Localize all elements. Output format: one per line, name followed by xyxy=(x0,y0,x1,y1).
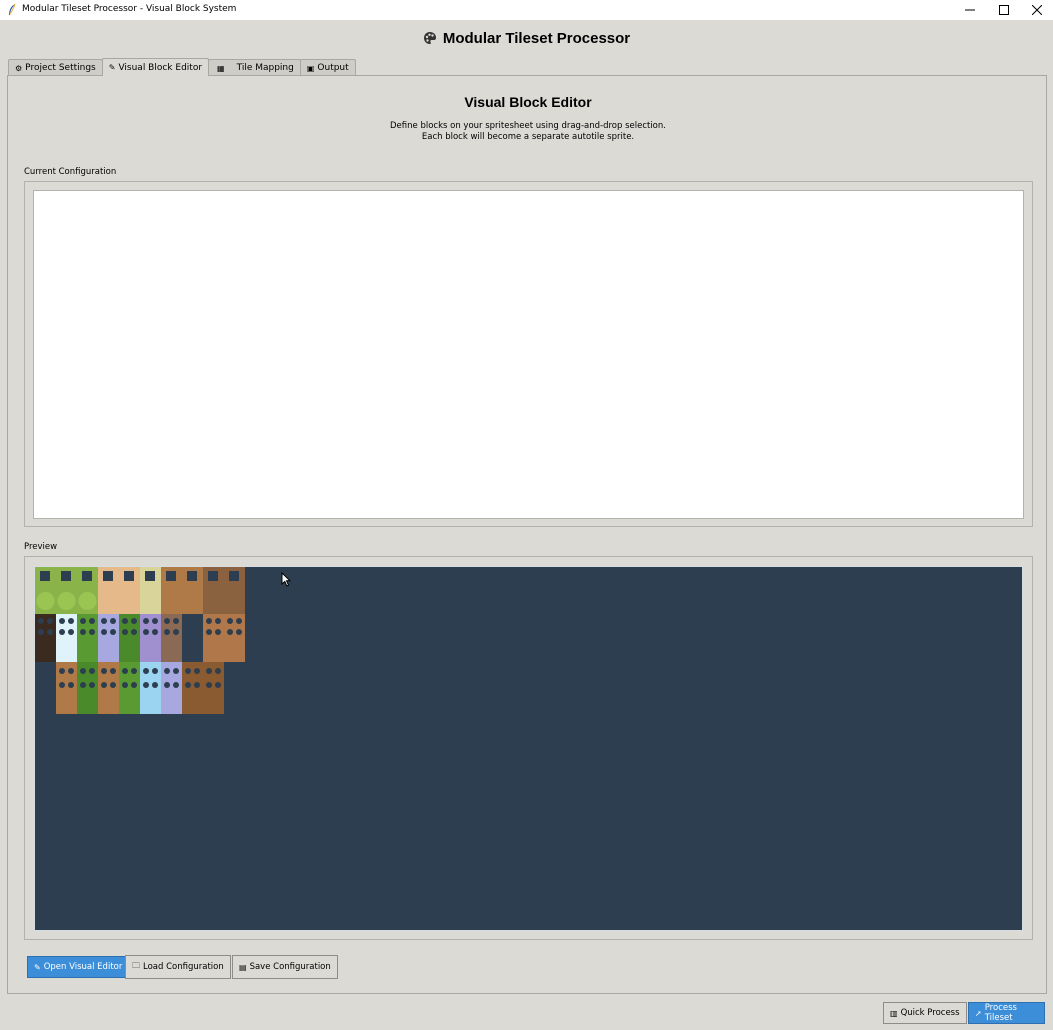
section-title: Visual Block Editor xyxy=(464,94,592,110)
open-visual-editor-button[interactable]: ✎ Open Visual Editor xyxy=(27,956,130,978)
mouse-cursor-icon xyxy=(281,572,291,587)
feather-icon xyxy=(9,3,16,15)
tab-content-visual-block-editor: Visual Block Editor Define blocks on you… xyxy=(7,75,1047,994)
section-description: Define blocks on your spritesheet using … xyxy=(8,121,1048,143)
minimize-button[interactable] xyxy=(953,0,987,20)
button-label: Process Tileset xyxy=(984,1003,1017,1023)
preview-canvas[interactable] xyxy=(34,566,1023,931)
preview-label: Preview xyxy=(24,542,58,552)
close-button[interactable] xyxy=(1020,0,1053,20)
paint-icon: ✎ xyxy=(34,962,41,972)
button-label: Open Visual Editor xyxy=(43,962,123,972)
maximize-button[interactable] xyxy=(987,0,1021,20)
tab-visual-block-editor[interactable]: ✎ Visual Block Editor xyxy=(101,58,210,76)
button-label: Save Configuration xyxy=(249,962,331,972)
map-icon: ▦ xyxy=(217,63,225,73)
quick-process-button[interactable]: ▥ Quick Process xyxy=(883,1002,967,1024)
app-title: Modular Tileset Processor xyxy=(0,30,1053,47)
folder-icon: 🗀 xyxy=(132,961,140,970)
tab-label: Tile Mapping xyxy=(236,63,294,73)
button-label: Load Configuration xyxy=(143,962,224,972)
paint-icon: ✎ xyxy=(108,63,116,72)
configuration-textarea[interactable] xyxy=(33,190,1024,519)
load-configuration-button[interactable]: 🗀 Load Configuration xyxy=(125,955,231,979)
save-configuration-button[interactable]: ▤ Save Configuration xyxy=(232,955,338,979)
tileset-preview-image xyxy=(35,567,245,714)
package-icon: ▣ xyxy=(306,63,315,73)
tab-project-settings[interactable]: ⚙ Project Settings xyxy=(8,59,103,76)
window-title: Modular Tileset Processor - Visual Block… xyxy=(22,4,237,14)
preview-frame xyxy=(24,556,1033,940)
rocket-icon: ➚ xyxy=(975,1008,982,1018)
app-title-text: Modular Tileset Processor xyxy=(442,30,631,47)
minimize-icon xyxy=(965,9,975,11)
maximize-icon xyxy=(999,5,1009,15)
lightning-icon: ▥ xyxy=(890,1008,898,1018)
current-configuration-label: Current Configuration xyxy=(24,167,117,177)
palette-icon xyxy=(423,32,436,44)
save-icon: ▤ xyxy=(239,962,247,972)
close-icon xyxy=(1032,5,1042,15)
current-configuration-frame xyxy=(24,181,1033,527)
tab-bar: ⚙ Project Settings ✎ Visual Block Editor… xyxy=(8,58,356,76)
window-titlebar: Modular Tileset Processor - Visual Block… xyxy=(0,0,1053,20)
description-line: Each block will become a separate autoti… xyxy=(421,132,635,142)
tab-label: Output xyxy=(317,63,349,73)
tab-label: Visual Block Editor xyxy=(118,62,203,73)
description-line: Define blocks on your spritesheet using … xyxy=(390,121,666,131)
process-tileset-button[interactable]: ➚ Process Tileset xyxy=(968,1002,1045,1024)
tab-label: Project Settings xyxy=(25,63,96,73)
tab-output[interactable]: ▣ Output xyxy=(299,59,356,76)
button-label: Quick Process xyxy=(900,1008,960,1018)
tab-tile-mapping[interactable]: ▦ Tile Mapping xyxy=(208,59,301,76)
gear-icon: ⚙ xyxy=(15,63,23,73)
